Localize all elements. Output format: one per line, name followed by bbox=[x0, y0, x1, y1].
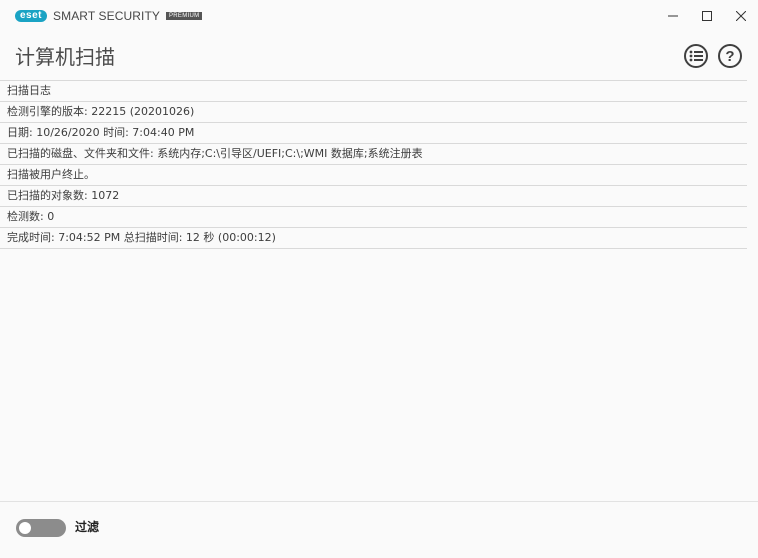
toggle-knob bbox=[19, 522, 31, 534]
log-row-header: 扫描日志 bbox=[0, 81, 747, 102]
list-menu-button[interactable] bbox=[684, 44, 708, 68]
maximize-icon bbox=[702, 11, 712, 21]
help-button[interactable]: ? bbox=[718, 44, 742, 68]
list-icon bbox=[689, 50, 703, 62]
scan-log: 扫描日志 检测引擎的版本: 22215 (20201026) 日期: 10/26… bbox=[0, 80, 747, 249]
eset-badge: eset bbox=[15, 10, 47, 22]
maximize-button[interactable] bbox=[690, 0, 724, 32]
log-row-completion: 完成时间: 7:04:52 PM 总扫描时间: 12 秒 (00:00:12) bbox=[0, 228, 747, 249]
help-icon: ? bbox=[725, 47, 735, 65]
title-bar: eset SMART SECURITY PREMIUM bbox=[0, 0, 758, 32]
product-name: SMART SECURITY bbox=[53, 9, 160, 23]
filter-label: 过滤 bbox=[75, 520, 100, 534]
app-logo: eset SMART SECURITY PREMIUM bbox=[15, 0, 203, 32]
filter-toggle[interactable] bbox=[16, 519, 66, 537]
log-row-engine-version: 检测引擎的版本: 22215 (20201026) bbox=[0, 102, 747, 123]
close-button[interactable] bbox=[724, 0, 758, 32]
log-row-status: 扫描被用户终止。 bbox=[0, 165, 747, 186]
minimize-button[interactable] bbox=[656, 0, 690, 32]
page-title: 计算机扫描 bbox=[15, 45, 115, 69]
close-icon bbox=[736, 11, 746, 21]
log-row-scanned-targets: 已扫描的磁盘、文件夹和文件: 系统内存;C:\引导区/UEFI;C:\;WMI … bbox=[0, 144, 747, 165]
log-row-object-count: 已扫描的对象数: 1072 bbox=[0, 186, 747, 207]
log-row-date-time: 日期: 10/26/2020 时间: 7:04:40 PM bbox=[0, 123, 747, 144]
footer: 过滤 bbox=[0, 501, 758, 558]
log-row-detection-count: 检测数: 0 bbox=[0, 207, 747, 228]
minimize-icon bbox=[668, 15, 678, 17]
edition-badge: PREMIUM bbox=[165, 12, 203, 20]
window-controls bbox=[656, 0, 758, 32]
header-actions: ? bbox=[684, 44, 742, 68]
